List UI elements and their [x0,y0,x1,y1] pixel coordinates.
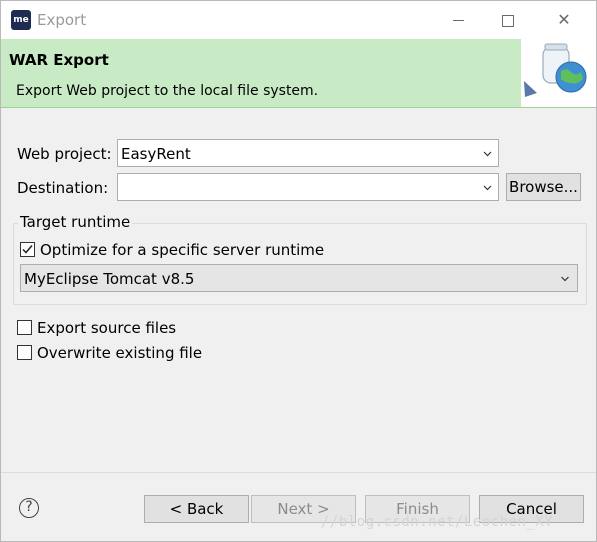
wizard-title: WAR Export [9,51,109,69]
destination-label: Destination: [17,179,109,197]
export-source-checkbox[interactable] [17,320,32,335]
close-icon: ✕ [557,10,571,29]
title-bar: me Export ✕ [1,1,596,39]
destination-combo[interactable] [117,173,499,201]
watermark-text: //blog.csdn.net/Leochen_XY [321,514,554,530]
checkmark-icon [22,245,33,254]
banner-separator [1,107,596,122]
footer-separator [1,472,596,473]
optimize-checkbox[interactable] [20,242,35,257]
optimize-label[interactable]: Optimize for a specific server runtime [40,241,324,259]
browse-button[interactable]: Browse... [506,173,581,201]
export-jar-globe-icon [521,39,596,107]
target-runtime-label: Target runtime [18,213,133,231]
wizard-banner: WAR Export Export Web project to the loc… [1,39,596,107]
wizard-description: Export Web project to the local file sys… [16,83,319,99]
export-source-label[interactable]: Export source files [37,319,176,337]
overwrite-checkbox[interactable] [17,345,32,360]
web-project-label: Web project: [17,145,112,163]
help-icon[interactable]: ? [19,498,39,518]
web-project-value: EasyRent [121,145,191,163]
minimize-button[interactable] [435,1,481,39]
chevron-down-icon [483,151,492,157]
export-dialog: me Export ✕ WAR Export Export Web projec… [0,0,597,542]
maximize-button[interactable] [485,1,531,39]
myeclipse-app-icon: me [11,10,31,30]
maximize-icon [502,14,514,27]
close-button[interactable]: ✕ [541,1,587,39]
chevron-down-icon [483,185,492,191]
overwrite-label[interactable]: Overwrite existing file [37,344,202,362]
server-runtime-value: MyEclipse Tomcat v8.5 [24,270,195,288]
web-project-combo[interactable]: EasyRent [117,139,499,167]
back-button[interactable]: < Back [144,495,249,523]
server-runtime-select[interactable]: MyEclipse Tomcat v8.5 [20,264,578,292]
chevron-down-icon [561,276,569,282]
window-title: Export [37,11,87,29]
minimize-icon [452,20,464,21]
